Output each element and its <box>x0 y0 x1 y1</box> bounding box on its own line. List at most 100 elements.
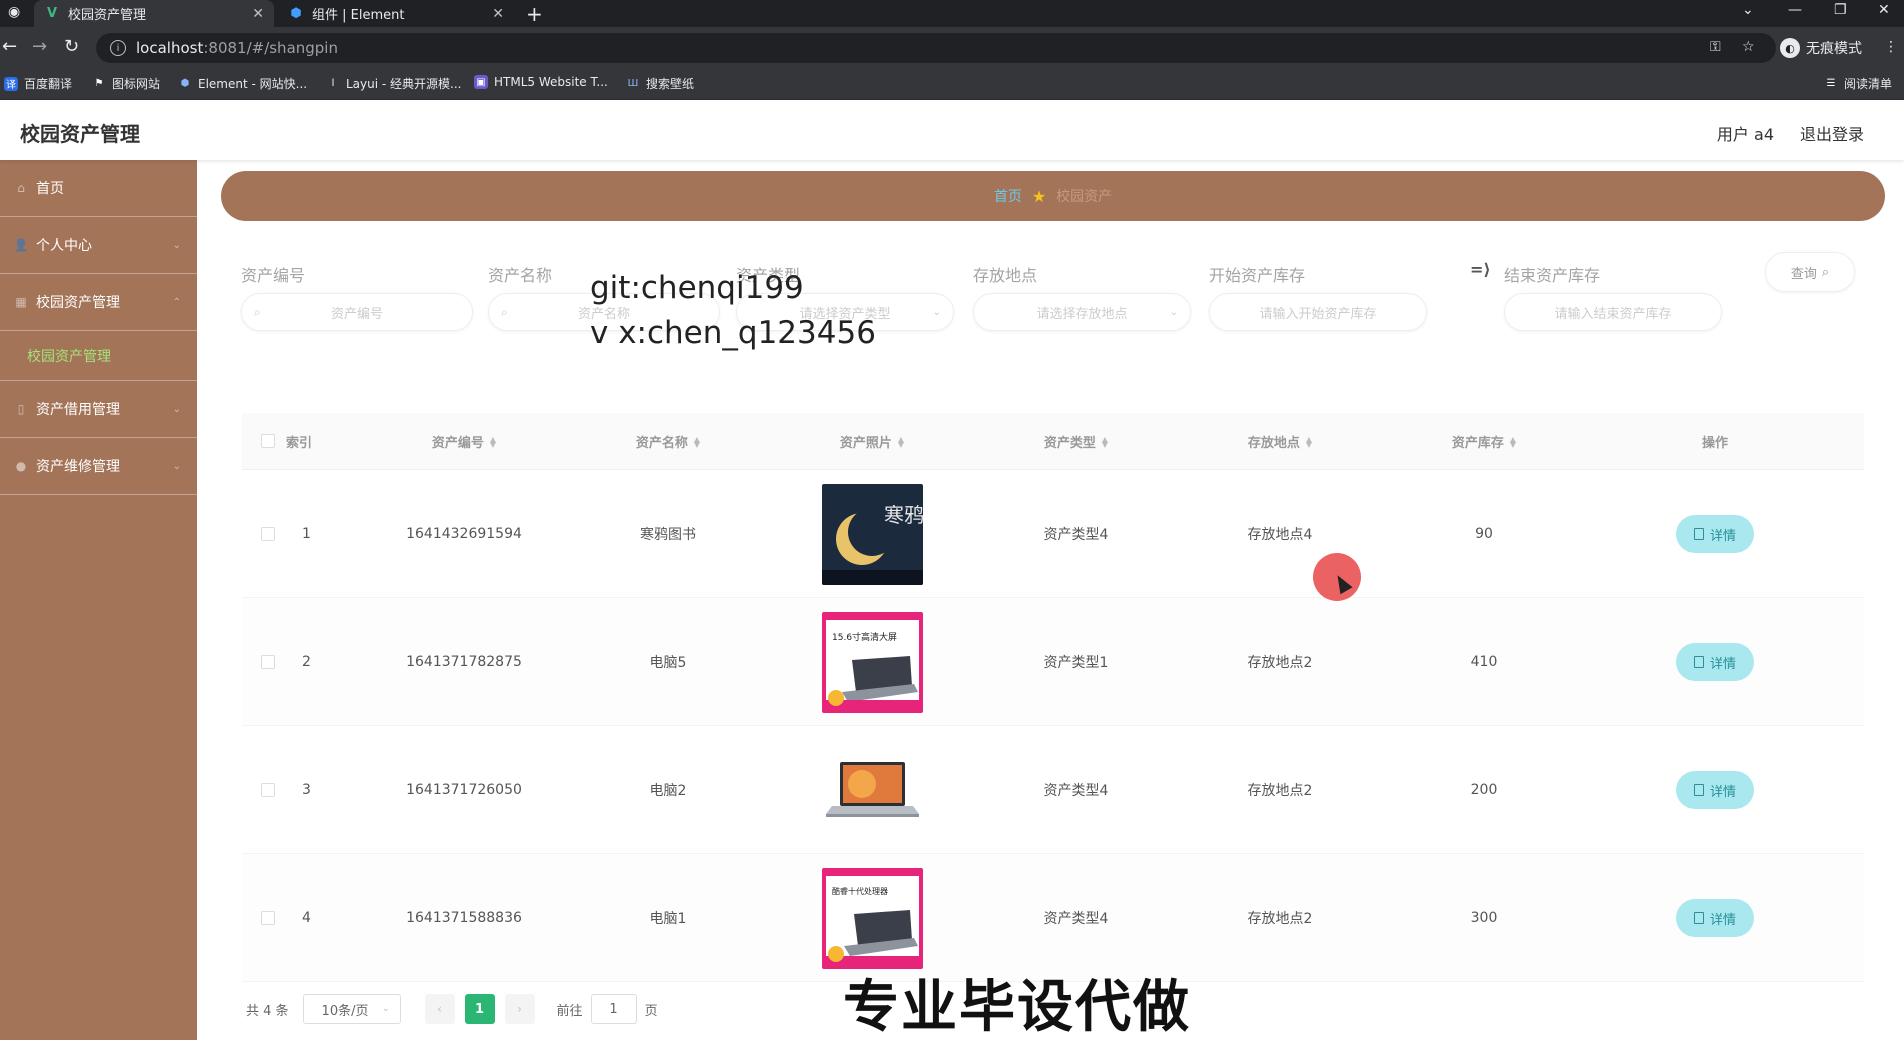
laptop-image[interactable] <box>821 739 923 841</box>
column-header-location[interactable]: 存放地点 ▲ ▼ <box>1178 413 1382 470</box>
key-icon[interactable]: ⚿ <box>1710 39 1721 55</box>
forward-icon[interactable]: → <box>32 37 47 57</box>
laptop-ad-image[interactable]: 15.6寸高清大屏 <box>821 611 923 713</box>
cell-index: 3 <box>302 782 311 798</box>
address-bar[interactable]: i localhost:8081/#/shangpin <box>96 33 1776 63</box>
cell-code: 1641371782875 <box>406 654 522 670</box>
sidebar-item-campus-assets[interactable]: ▦ 校园资产管理 ⌃ <box>0 274 197 331</box>
column-header-stock[interactable]: 资产库存 ▲ ▼ <box>1382 413 1586 470</box>
sidebar-item-asset-borrow[interactable]: ▯ 资产借用管理 ⌄ <box>0 381 197 438</box>
select-all-checkbox[interactable] <box>261 434 275 448</box>
location-select[interactable]: 请选择存放地点 ⌄ <box>973 293 1191 331</box>
column-header-name[interactable]: 资产名称 ▲ ▼ <box>566 413 770 470</box>
site-info-icon[interactable]: i <box>110 40 126 56</box>
document-icon <box>1693 784 1704 796</box>
logout-link[interactable]: 退出登录 <box>1800 121 1864 145</box>
detail-label: 详情 <box>1709 528 1736 544</box>
incognito-icon: ◐ <box>1780 38 1800 58</box>
sort-icon: ▲ ▼ <box>489 434 497 449</box>
prev-page-button[interactable]: ‹ <box>424 994 455 1024</box>
window-close-icon[interactable]: ✕ <box>1878 2 1890 18</box>
bookmark-icon-site[interactable]: ⚑ 图标网站 <box>92 75 161 92</box>
row-checkbox[interactable] <box>261 911 275 925</box>
cell-actions: 详情 <box>1586 854 1844 982</box>
url-path: :8081/#/shangpin <box>203 39 338 57</box>
restore-icon[interactable]: ❐ <box>1834 2 1847 18</box>
query-button[interactable]: 查询 ⌕ <box>1765 252 1855 292</box>
pagination: 共 4 条 10条/页 ⌄ ‹ 1 › 前往 1 页 <box>246 994 658 1024</box>
document-icon <box>1693 528 1704 540</box>
cell-location: 存放地点2 <box>1247 911 1313 927</box>
stock-start-input[interactable]: 请输入开始资产库存 <box>1209 293 1427 331</box>
query-label: 查询 <box>1790 266 1817 282</box>
bookmark-element[interactable]: ⬢ Element - 网站快... <box>178 75 307 92</box>
reload-icon[interactable]: ↻ <box>64 37 79 57</box>
grid-icon: ▦ <box>15 295 27 309</box>
element-logo-icon: ⬢ <box>180 78 190 89</box>
sidebar-subitem-campus-assets[interactable]: 校园资产管理 <box>0 331 197 381</box>
row-checkbox[interactable] <box>261 527 275 541</box>
next-page-button[interactable]: › <box>504 994 535 1024</box>
bookmark-label: HTML5 Website T... <box>494 75 608 89</box>
book-cover-image[interactable]: 寒鸦 <box>821 483 923 585</box>
column-header-label: 资产照片 <box>839 436 892 451</box>
tab-element[interactable]: ⬢ 组件 | Element ✕ <box>278 0 514 27</box>
detail-button[interactable]: 详情 <box>1676 643 1754 681</box>
browser-menu-icon[interactable]: ◉ <box>8 4 20 20</box>
cell-index: 4 <box>302 910 311 926</box>
reading-list-label: 阅读清单 <box>1844 77 1893 91</box>
bookmark-label: Layui - 经典开源模... <box>346 77 462 91</box>
sidebar-item-personal-center[interactable]: 👤 个人中心 ⌄ <box>0 217 197 274</box>
back-icon[interactable]: ← <box>2 37 17 57</box>
placeholder: 请选择存放地点 <box>1036 306 1128 322</box>
sidebar-item-label: 首页 <box>36 181 64 197</box>
tab-search-icon[interactable]: ⌄ <box>1742 2 1754 18</box>
stock-end-input[interactable]: 请输入结束资产库存 <box>1504 293 1722 331</box>
incognito-indicator[interactable]: ◐ 无痕模式 <box>1780 38 1862 58</box>
cell-location: 存放地点2 <box>1247 655 1313 671</box>
cell-name: 寒鸦图书 <box>640 527 696 543</box>
row-checkbox[interactable] <box>261 655 275 669</box>
column-header-label: 资产类型 <box>1043 436 1096 451</box>
close-icon[interactable]: ✕ <box>492 6 504 22</box>
column-header-code[interactable]: 资产编号 ▲ ▼ <box>362 413 566 470</box>
minimize-icon[interactable]: — <box>1788 2 1802 18</box>
bookmark-layui[interactable]: l Layui - 经典开源模... <box>326 75 462 92</box>
page-number-button[interactable]: 1 <box>464 994 495 1024</box>
bookmark-label: 搜索壁纸 <box>646 77 695 91</box>
row-checkbox[interactable] <box>261 783 275 797</box>
reading-list[interactable]: ☰ 阅读清单 <box>1824 75 1893 92</box>
page-size-select[interactable]: 10条/页 ⌄ <box>302 994 401 1024</box>
cell-index: 1 <box>302 526 311 542</box>
sidebar-item-home[interactable]: ⌂ 首页 <box>0 160 197 217</box>
new-tab-icon[interactable]: + <box>526 2 543 26</box>
laptop-ad-image[interactable]: 酷睿十代处理器 <box>821 867 923 969</box>
detail-label: 详情 <box>1709 656 1736 672</box>
more-menu-icon[interactable]: ⋮ <box>1884 39 1898 55</box>
column-header-label: 存放地点 <box>1247 436 1300 451</box>
tab-campus-assets[interactable]: V 校园资产管理 ✕ <box>34 0 274 27</box>
sort-icon: ▲ ▼ <box>1305 434 1313 449</box>
bookmark-baidu-translate[interactable]: 译 百度翻译 <box>4 75 72 92</box>
sort-icon: ▲ ▼ <box>1101 434 1109 449</box>
detail-button[interactable]: 详情 <box>1676 771 1754 809</box>
goto-suffix: 页 <box>644 1003 658 1019</box>
close-icon[interactable]: ✕ <box>252 6 264 22</box>
column-header-type[interactable]: 资产类型 ▲ ▼ <box>974 413 1178 470</box>
detail-button[interactable]: 详情 <box>1676 515 1754 553</box>
bookmark-wallpaper[interactable]: Ш 搜索壁纸 <box>626 75 694 92</box>
sidebar-item-asset-repair[interactable]: ● 资产维修管理 ⌄ <box>0 438 197 495</box>
asset-code-input[interactable]: ⌕ 资产编号 <box>241 293 473 331</box>
sort-icon: ▲ ▼ <box>897 434 905 449</box>
bookmark-html5[interactable]: ▣ HTML5 Website T... <box>474 75 608 89</box>
breadcrumb-home[interactable]: 首页 <box>994 186 1022 206</box>
table-row: 2 1641371782875 电脑5 15.6寸高清大屏 资产类型1 存放地点… <box>242 598 1864 726</box>
goto-prefix: 前往 <box>556 1003 583 1019</box>
html5-icon: ▣ <box>474 75 488 89</box>
bookmark-star-icon[interactable]: ☆ <box>1742 39 1755 55</box>
detail-button[interactable]: 详情 <box>1676 899 1754 937</box>
goto-page-input[interactable]: 1 <box>590 994 637 1024</box>
column-header-photo[interactable]: 资产照片 ▲ ▼ <box>770 413 974 470</box>
cell-actions: 详情 <box>1586 470 1844 598</box>
cell-stock: 200 <box>1470 782 1498 798</box>
